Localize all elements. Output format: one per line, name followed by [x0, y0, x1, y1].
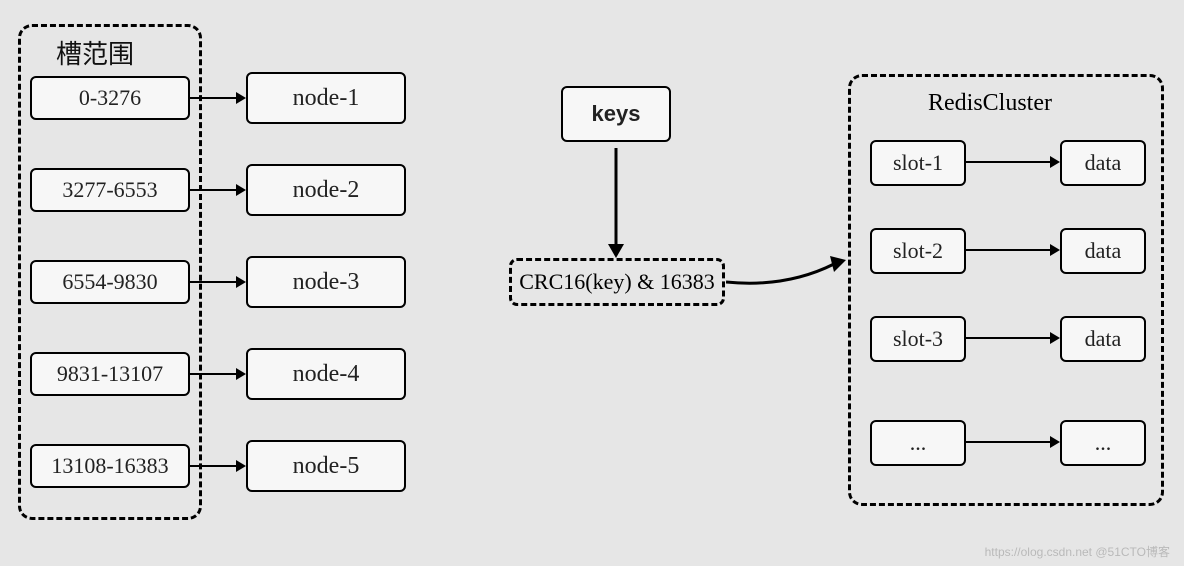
slot-label: slot-3: [893, 326, 943, 352]
data-label: ...: [1095, 430, 1112, 456]
slot-range-label: 6554-9830: [62, 269, 157, 295]
arrow-slot-to-data-4: [966, 432, 1060, 452]
slot-1-box: slot-1: [870, 140, 966, 186]
data-label: data: [1085, 238, 1122, 264]
data-2-box: data: [1060, 228, 1146, 274]
slot-range-title: 槽范围: [56, 34, 134, 71]
data-3-box: data: [1060, 316, 1146, 362]
arrow-hash-to-cluster: [726, 254, 848, 294]
data-label: data: [1085, 150, 1122, 176]
watermark-text: https://olog.csdn.net @51CTO博客: [985, 543, 1170, 560]
slot-ellipsis-box: ...: [870, 420, 966, 466]
slot-range-label: 9831-13107: [57, 361, 163, 387]
slot-range-label: 3277-6553: [62, 177, 157, 203]
keys-box: keys: [561, 86, 671, 142]
slot-range-1: 0-3276: [30, 76, 190, 120]
arrow-keys-to-hash: [604, 148, 628, 258]
arrow-slot-to-data-3: [966, 328, 1060, 348]
arrow-slot-to-data-2: [966, 240, 1060, 260]
node-4-box: node-4: [246, 348, 406, 400]
data-1-box: data: [1060, 140, 1146, 186]
arrow-range-to-node-1: [190, 88, 246, 108]
slot-label: slot-2: [893, 238, 943, 264]
slot-2-box: slot-2: [870, 228, 966, 274]
node-label: node-1: [293, 85, 360, 112]
hash-function-label: CRC16(key) & 16383: [519, 269, 715, 295]
slot-label: slot-1: [893, 150, 943, 176]
node-5-box: node-5: [246, 440, 406, 492]
node-1-box: node-1: [246, 72, 406, 124]
slot-range-3: 6554-9830: [30, 260, 190, 304]
slot-range-4: 9831-13107: [30, 352, 190, 396]
slot-3-box: slot-3: [870, 316, 966, 362]
data-label: data: [1085, 326, 1122, 352]
arrow-range-to-node-5: [190, 456, 246, 476]
slot-range-2: 3277-6553: [30, 168, 190, 212]
node-label: node-3: [293, 269, 360, 296]
arrow-range-to-node-3: [190, 272, 246, 292]
node-label: node-5: [293, 453, 360, 480]
keys-label: keys: [592, 101, 641, 127]
node-label: node-2: [293, 177, 360, 204]
hash-function-box: CRC16(key) & 16383: [509, 258, 725, 306]
arrow-range-to-node-4: [190, 364, 246, 384]
redis-cluster-title: RedisCluster: [928, 90, 1052, 117]
slot-range-label: 13108-16383: [51, 453, 168, 479]
arrow-range-to-node-2: [190, 180, 246, 200]
data-ellipsis-box: ...: [1060, 420, 1146, 466]
slot-range-label: 0-3276: [79, 85, 141, 111]
node-label: node-4: [293, 361, 360, 388]
arrow-slot-to-data-1: [966, 152, 1060, 172]
slot-range-5: 13108-16383: [30, 444, 190, 488]
node-2-box: node-2: [246, 164, 406, 216]
slot-label: ...: [910, 430, 927, 456]
node-3-box: node-3: [246, 256, 406, 308]
